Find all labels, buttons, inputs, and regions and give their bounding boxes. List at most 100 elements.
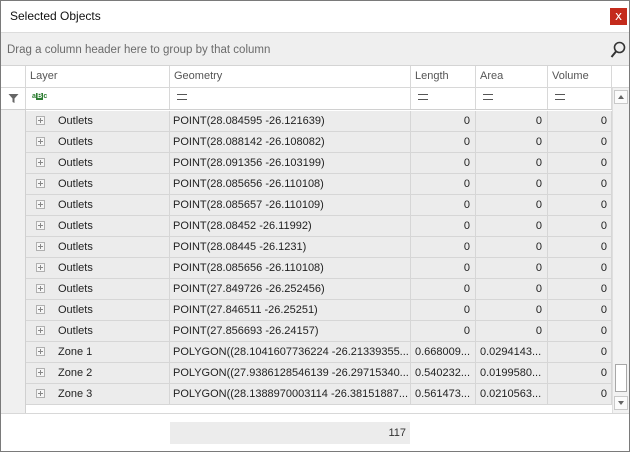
plus-box-icon[interactable] — [36, 347, 45, 356]
table-row[interactable]: Outlets POINT(28.08445 -26.1231) 0 0 0 — [26, 237, 612, 258]
table-row[interactable]: Outlets POINT(27.849726 -26.252456) 0 0 0 — [26, 279, 612, 300]
cell-area[interactable]: 0.0294143... — [476, 342, 548, 362]
cell-volume[interactable]: 0 — [548, 321, 612, 341]
plus-box-icon[interactable] — [36, 263, 45, 272]
plus-box-icon[interactable] — [36, 158, 45, 167]
plus-box-icon[interactable] — [36, 305, 45, 314]
cell-layer[interactable]: Outlets — [26, 279, 170, 299]
plus-box-icon[interactable] — [36, 137, 45, 146]
cell-area[interactable]: 0 — [476, 279, 548, 299]
cell-area[interactable]: 0.0210563... — [476, 384, 548, 404]
plus-box-icon[interactable] — [36, 389, 45, 398]
cell-length[interactable]: 0 — [411, 132, 476, 152]
cell-length[interactable]: 0 — [411, 237, 476, 257]
cell-volume[interactable]: 0 — [548, 384, 612, 404]
cell-volume[interactable]: 0 — [548, 363, 612, 383]
cell-area[interactable]: 0 — [476, 216, 548, 236]
cell-volume[interactable]: 0 — [548, 195, 612, 215]
cell-geometry[interactable]: POINT(28.085656 -26.110108) — [170, 258, 411, 278]
filter-volume[interactable] — [548, 88, 612, 109]
cell-geometry[interactable]: POINT(28.08452 -26.11992) — [170, 216, 411, 236]
cell-layer[interactable]: Outlets — [26, 237, 170, 257]
filter-geometry[interactable] — [170, 88, 411, 109]
cell-area[interactable]: 0 — [476, 132, 548, 152]
cell-layer[interactable]: Outlets — [26, 153, 170, 173]
cell-geometry[interactable]: POINT(27.846511 -26.25251) — [170, 300, 411, 320]
cell-length[interactable]: 0 — [411, 300, 476, 320]
equals-icon[interactable] — [555, 94, 565, 100]
table-row[interactable]: Outlets POINT(28.091356 -26.103199) 0 0 0 — [26, 153, 612, 174]
cell-volume[interactable]: 0 — [548, 279, 612, 299]
cell-volume[interactable]: 0 — [548, 258, 612, 278]
cell-length[interactable]: 0.540232... — [411, 363, 476, 383]
cell-length[interactable]: 0.668009... — [411, 342, 476, 362]
cell-area[interactable]: 0.0199580... — [476, 363, 548, 383]
equals-icon[interactable] — [483, 94, 493, 100]
plus-box-icon[interactable] — [36, 284, 45, 293]
table-row[interactable]: Outlets POINT(28.085656 -26.110108) 0 0 0 — [26, 174, 612, 195]
cell-layer[interactable]: Outlets — [26, 132, 170, 152]
cell-geometry[interactable]: POINT(28.091356 -26.103199) — [170, 153, 411, 173]
plus-box-icon[interactable] — [36, 179, 45, 188]
group-panel[interactable]: Drag a column header here to group by th… — [1, 32, 629, 66]
search-icon[interactable] — [610, 41, 626, 59]
cell-geometry[interactable]: POINT(28.08445 -26.1231) — [170, 237, 411, 257]
cell-length[interactable]: 0 — [411, 258, 476, 278]
column-header-geometry[interactable]: Geometry — [170, 66, 411, 87]
table-row[interactable]: Outlets POINT(28.084595 -26.121639) 0 0 0 — [26, 111, 612, 132]
table-row[interactable]: Zone 3 POLYGON((28.1388970003114 -26.3815… — [26, 384, 612, 405]
cell-geometry[interactable]: POINT(28.085657 -26.110109) — [170, 195, 411, 215]
cell-volume[interactable]: 0 — [548, 174, 612, 194]
plus-box-icon[interactable] — [36, 242, 45, 251]
cell-geometry[interactable]: POINT(28.088142 -26.108082) — [170, 132, 411, 152]
cell-geometry[interactable]: POINT(28.084595 -26.121639) — [170, 111, 411, 131]
column-header-length[interactable]: Length — [411, 66, 476, 87]
column-header-layer[interactable]: Layer — [26, 66, 170, 87]
equals-icon[interactable] — [418, 94, 428, 100]
cell-layer[interactable]: Zone 1 — [26, 342, 170, 362]
close-button[interactable]: x — [610, 8, 627, 25]
cell-layer[interactable]: Outlets — [26, 321, 170, 341]
cell-volume[interactable]: 0 — [548, 111, 612, 131]
filter-layer[interactable]: aBc — [26, 88, 170, 109]
cell-area[interactable]: 0 — [476, 237, 548, 257]
table-row[interactable]: Outlets POINT(28.088142 -26.108082) 0 0 0 — [26, 132, 612, 153]
table-row[interactable]: Outlets POINT(27.856693 -26.24157) 0 0 0 — [26, 321, 612, 342]
plus-box-icon[interactable] — [36, 200, 45, 209]
text-filter-icon[interactable]: aBc — [32, 93, 47, 100]
cell-layer[interactable]: Outlets — [26, 258, 170, 278]
plus-box-icon[interactable] — [36, 326, 45, 335]
cell-layer[interactable]: Zone 3 — [26, 384, 170, 404]
filter-area[interactable] — [476, 88, 548, 109]
cell-area[interactable]: 0 — [476, 258, 548, 278]
column-header-area[interactable]: Area — [476, 66, 548, 87]
cell-volume[interactable]: 0 — [548, 216, 612, 236]
plus-box-icon[interactable] — [36, 368, 45, 377]
table-row[interactable]: Zone 2 POLYGON((27.9386128546139 -26.2971… — [26, 363, 612, 384]
cell-layer[interactable]: Outlets — [26, 195, 170, 215]
cell-layer[interactable]: Outlets — [26, 111, 170, 131]
cell-geometry[interactable]: POLYGON((28.1041607736224 -26.21339355..… — [170, 342, 411, 362]
table-row[interactable]: Outlets POINT(28.085656 -26.110108) 0 0 0 — [26, 258, 612, 279]
column-header-volume[interactable]: Volume — [548, 66, 612, 87]
cell-layer[interactable]: Zone 2 — [26, 363, 170, 383]
cell-volume[interactable]: 0 — [548, 153, 612, 173]
cell-length[interactable]: 0 — [411, 153, 476, 173]
cell-length[interactable]: 0 — [411, 279, 476, 299]
cell-layer[interactable]: Outlets — [26, 300, 170, 320]
cell-volume[interactable]: 0 — [548, 342, 612, 362]
cell-layer[interactable]: Outlets — [26, 216, 170, 236]
filter-length[interactable] — [411, 88, 476, 109]
cell-length[interactable]: 0 — [411, 216, 476, 236]
cell-area[interactable]: 0 — [476, 195, 548, 215]
cell-geometry[interactable]: POLYGON((28.1388970003114 -26.38151887..… — [170, 384, 411, 404]
cell-length[interactable]: 0 — [411, 321, 476, 341]
cell-layer[interactable]: Outlets — [26, 174, 170, 194]
cell-volume[interactable]: 0 — [548, 237, 612, 257]
cell-area[interactable]: 0 — [476, 111, 548, 131]
cell-length[interactable]: 0 — [411, 195, 476, 215]
table-row[interactable]: Zone 1 POLYGON((28.1041607736224 -26.2133… — [26, 342, 612, 363]
cell-geometry[interactable]: POLYGON((27.9386128546139 -26.29715340..… — [170, 363, 411, 383]
cell-area[interactable]: 0 — [476, 321, 548, 341]
cell-volume[interactable]: 0 — [548, 132, 612, 152]
